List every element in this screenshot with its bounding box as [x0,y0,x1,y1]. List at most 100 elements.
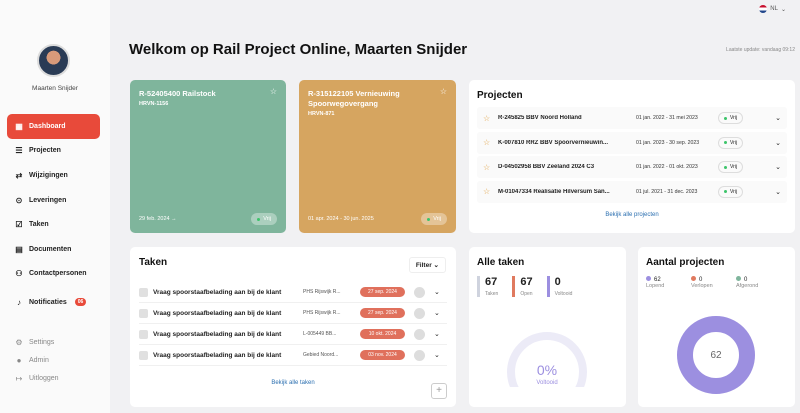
add-task-button[interactable]: + [431,383,447,399]
document-icon: ▤ [15,244,23,254]
projecten-title: Projecten [477,90,523,101]
project-card-code: HRVN-871 [308,111,335,117]
project-card-code: HRVN-1156 [139,101,169,107]
alle-taken-panel: Alle taken 67 Taken 67 Open 0 Voltooid 0% Vol… [469,247,626,407]
aantal-projecten-panel: Aantal projecten 62 Lopend 0 Verlopen 0 Afger… [638,247,795,407]
project-card[interactable]: R-315122105 Vernieuwing Spoorwegovergang… [299,80,456,233]
chevron-down-icon[interactable]: ⌄ [775,139,781,147]
gauge-label: Voltooid [536,380,557,386]
status-label: Vrij [730,188,738,195]
nav-label: Uitloggen [29,374,59,382]
task-name: Vraag spoorstaafbelading aan bij de klan… [153,330,282,338]
project-card-title: R-315122105 Vernieuwing Spoorwegovergang [308,89,400,108]
nav-item-wijzigingen[interactable]: ⇄ Wijzigingen [7,163,100,188]
status-badge: Vrij [718,185,744,198]
legend-dot-icon [736,276,741,281]
chevron-down-icon[interactable]: ⌄ [434,351,440,359]
chevron-down-icon[interactable]: ⌄ [434,309,440,317]
star-icon[interactable]: ☆ [483,187,498,196]
nav-label: Contactpersonen [29,270,87,278]
legend-label: Verlopen [691,283,713,289]
logout-icon: ↦ [15,373,23,383]
nav-label: Settings [29,338,55,346]
project-card-date: 01 apr. 2024 - 30 jun. 2025 [308,216,374,222]
status-badge: Vrij [251,213,277,225]
task-row[interactable]: Vraag spoorstaafbelading aan bij de klan… [139,282,447,303]
project-row[interactable]: ☆ R-245825 BBV Noord Holland 01 jan. 2022 … [477,107,787,129]
project-row[interactable]: ☆ M-01047334 Realisatie Hilversum San... 0… [477,180,787,203]
nav-label: Dashboard [29,122,66,130]
task-date-badge: 03 nov. 2024 [360,350,405,360]
view-all-projects-link[interactable]: Bekijk alle projecten [477,212,787,218]
nav-item-dashboard[interactable]: ▦ Dashboard [7,114,100,139]
view-all-tasks-link[interactable]: Bekijk alle taken [139,380,447,386]
status-label: Vrij [433,216,441,222]
task-row[interactable]: Vraag spoorstaafbelading aan bij de klan… [139,324,447,345]
nav-item-contactpersonen[interactable]: ⚇ Contactpersonen [7,262,100,287]
nav-label: Wijzigingen [29,171,68,179]
task-stat: 67 Open [512,276,533,297]
task-name: Vraag spoorstaafbelading aan bij de klan… [153,351,282,359]
star-icon[interactable]: ☆ [483,163,498,172]
task-checkbox[interactable] [139,287,148,297]
last-update: Laatste update: vandaag 09:12 [726,47,795,53]
status-label: Vrij [263,216,271,222]
project-dates: 01 jan. 2023 - 30 sep. 2023 [636,139,700,146]
star-icon[interactable]: ☆ [483,114,498,123]
user-icon: ● [16,355,22,365]
chevron-down-icon[interactable]: ⌄ [775,163,781,171]
task-checkbox[interactable] [139,308,148,318]
project-card[interactable]: R-52405400 Railstock HRVN-1156 ☆ 29 feb.… [130,80,286,233]
chevron-down-icon[interactable]: ⌄ [434,288,440,296]
status-dot-icon [724,190,727,193]
stat-value: 0 [554,276,561,288]
star-icon[interactable]: ☆ [440,87,447,96]
nav-item-leveringen[interactable]: ⊙ Leveringen [7,188,100,213]
filter-dropdown[interactable]: Filter ⌄ [408,257,446,273]
project-name: K-007810 RRZ BBV Spoorvernieuwin... [498,139,609,146]
status-dot-icon [724,116,727,120]
project-name: R-245825 BBV Noord Holland [498,115,582,121]
task-stats: 67 Taken 67 Open 0 Voltooid [477,268,618,297]
status-dot-icon [427,217,431,221]
nav-item-notificaties[interactable]: ♪ Notificaties 06 [7,290,100,315]
sidebar: Maarten Snijder ▦ Dashboard ☰ Projecten ⇄ W… [0,0,110,413]
avatar[interactable] [37,44,70,77]
bottom-nav: ⚙ Settings ● Admin ↦ Uitloggen [7,333,100,387]
task-row[interactable]: Vraag spoorstaafbelading aan bij de klan… [139,303,447,324]
task-checkbox[interactable] [139,329,148,339]
status-label: Vrij [730,139,738,146]
project-row[interactable]: ☆ K-007810 RRZ BBV Spoorvernieuwin... 01 j… [477,131,787,154]
project-name: M-01047334 Realisatie Hilversum San... [498,188,610,195]
notification-badge: 06 [74,298,87,307]
task-date-badge: 27 sep. 2024 [360,287,405,297]
project-row[interactable]: ☆ D-04502958 BBV Zeeland 2024 C3 01 jan. 2… [477,156,787,178]
nav-item-uitloggen[interactable]: ↦ Uitloggen [7,369,100,387]
task-row[interactable]: Vraag spoorstaafbelading aan bij de klan… [139,345,447,366]
user-avatar-icon [414,286,425,298]
status-badge: Vrij [718,136,744,149]
nav-item-settings[interactable]: ⚙ Settings [7,333,100,351]
star-icon[interactable]: ☆ [483,138,498,147]
language-selector[interactable]: NL ⌄ [759,5,786,13]
task-name: Vraag spoorstaafbelading aan bij de klan… [153,309,282,317]
user-avatar-icon [414,328,425,340]
nav-item-documenten[interactable]: ▤ Documenten [7,237,100,262]
people-icon: ⚇ [15,269,23,279]
project-dates: 01 jan. 2022 - 31 mei 2023 [636,115,698,121]
nav-label: Projecten [29,147,61,155]
star-icon[interactable]: ☆ [270,87,277,96]
chevron-down-icon[interactable]: ⌄ [775,188,781,196]
chevron-down-icon[interactable]: ⌄ [434,330,440,338]
nav-item-projecten[interactable]: ☰ Projecten [7,139,100,164]
nav-item-taken[interactable]: ☑ Taken [7,212,100,237]
task-location: L-005449 BB... [303,331,337,337]
task-location: PHS Rijswijk R... [303,310,341,316]
status-badge: Vrij [718,161,744,173]
status-dot-icon [724,165,727,169]
nav-item-admin[interactable]: ● Admin [7,351,100,369]
project-card-date: 29 feb. 2024 → [139,216,177,222]
chevron-down-icon[interactable]: ⌄ [775,114,781,122]
grid-icon: ▦ [15,121,23,131]
task-checkbox[interactable] [139,350,148,360]
